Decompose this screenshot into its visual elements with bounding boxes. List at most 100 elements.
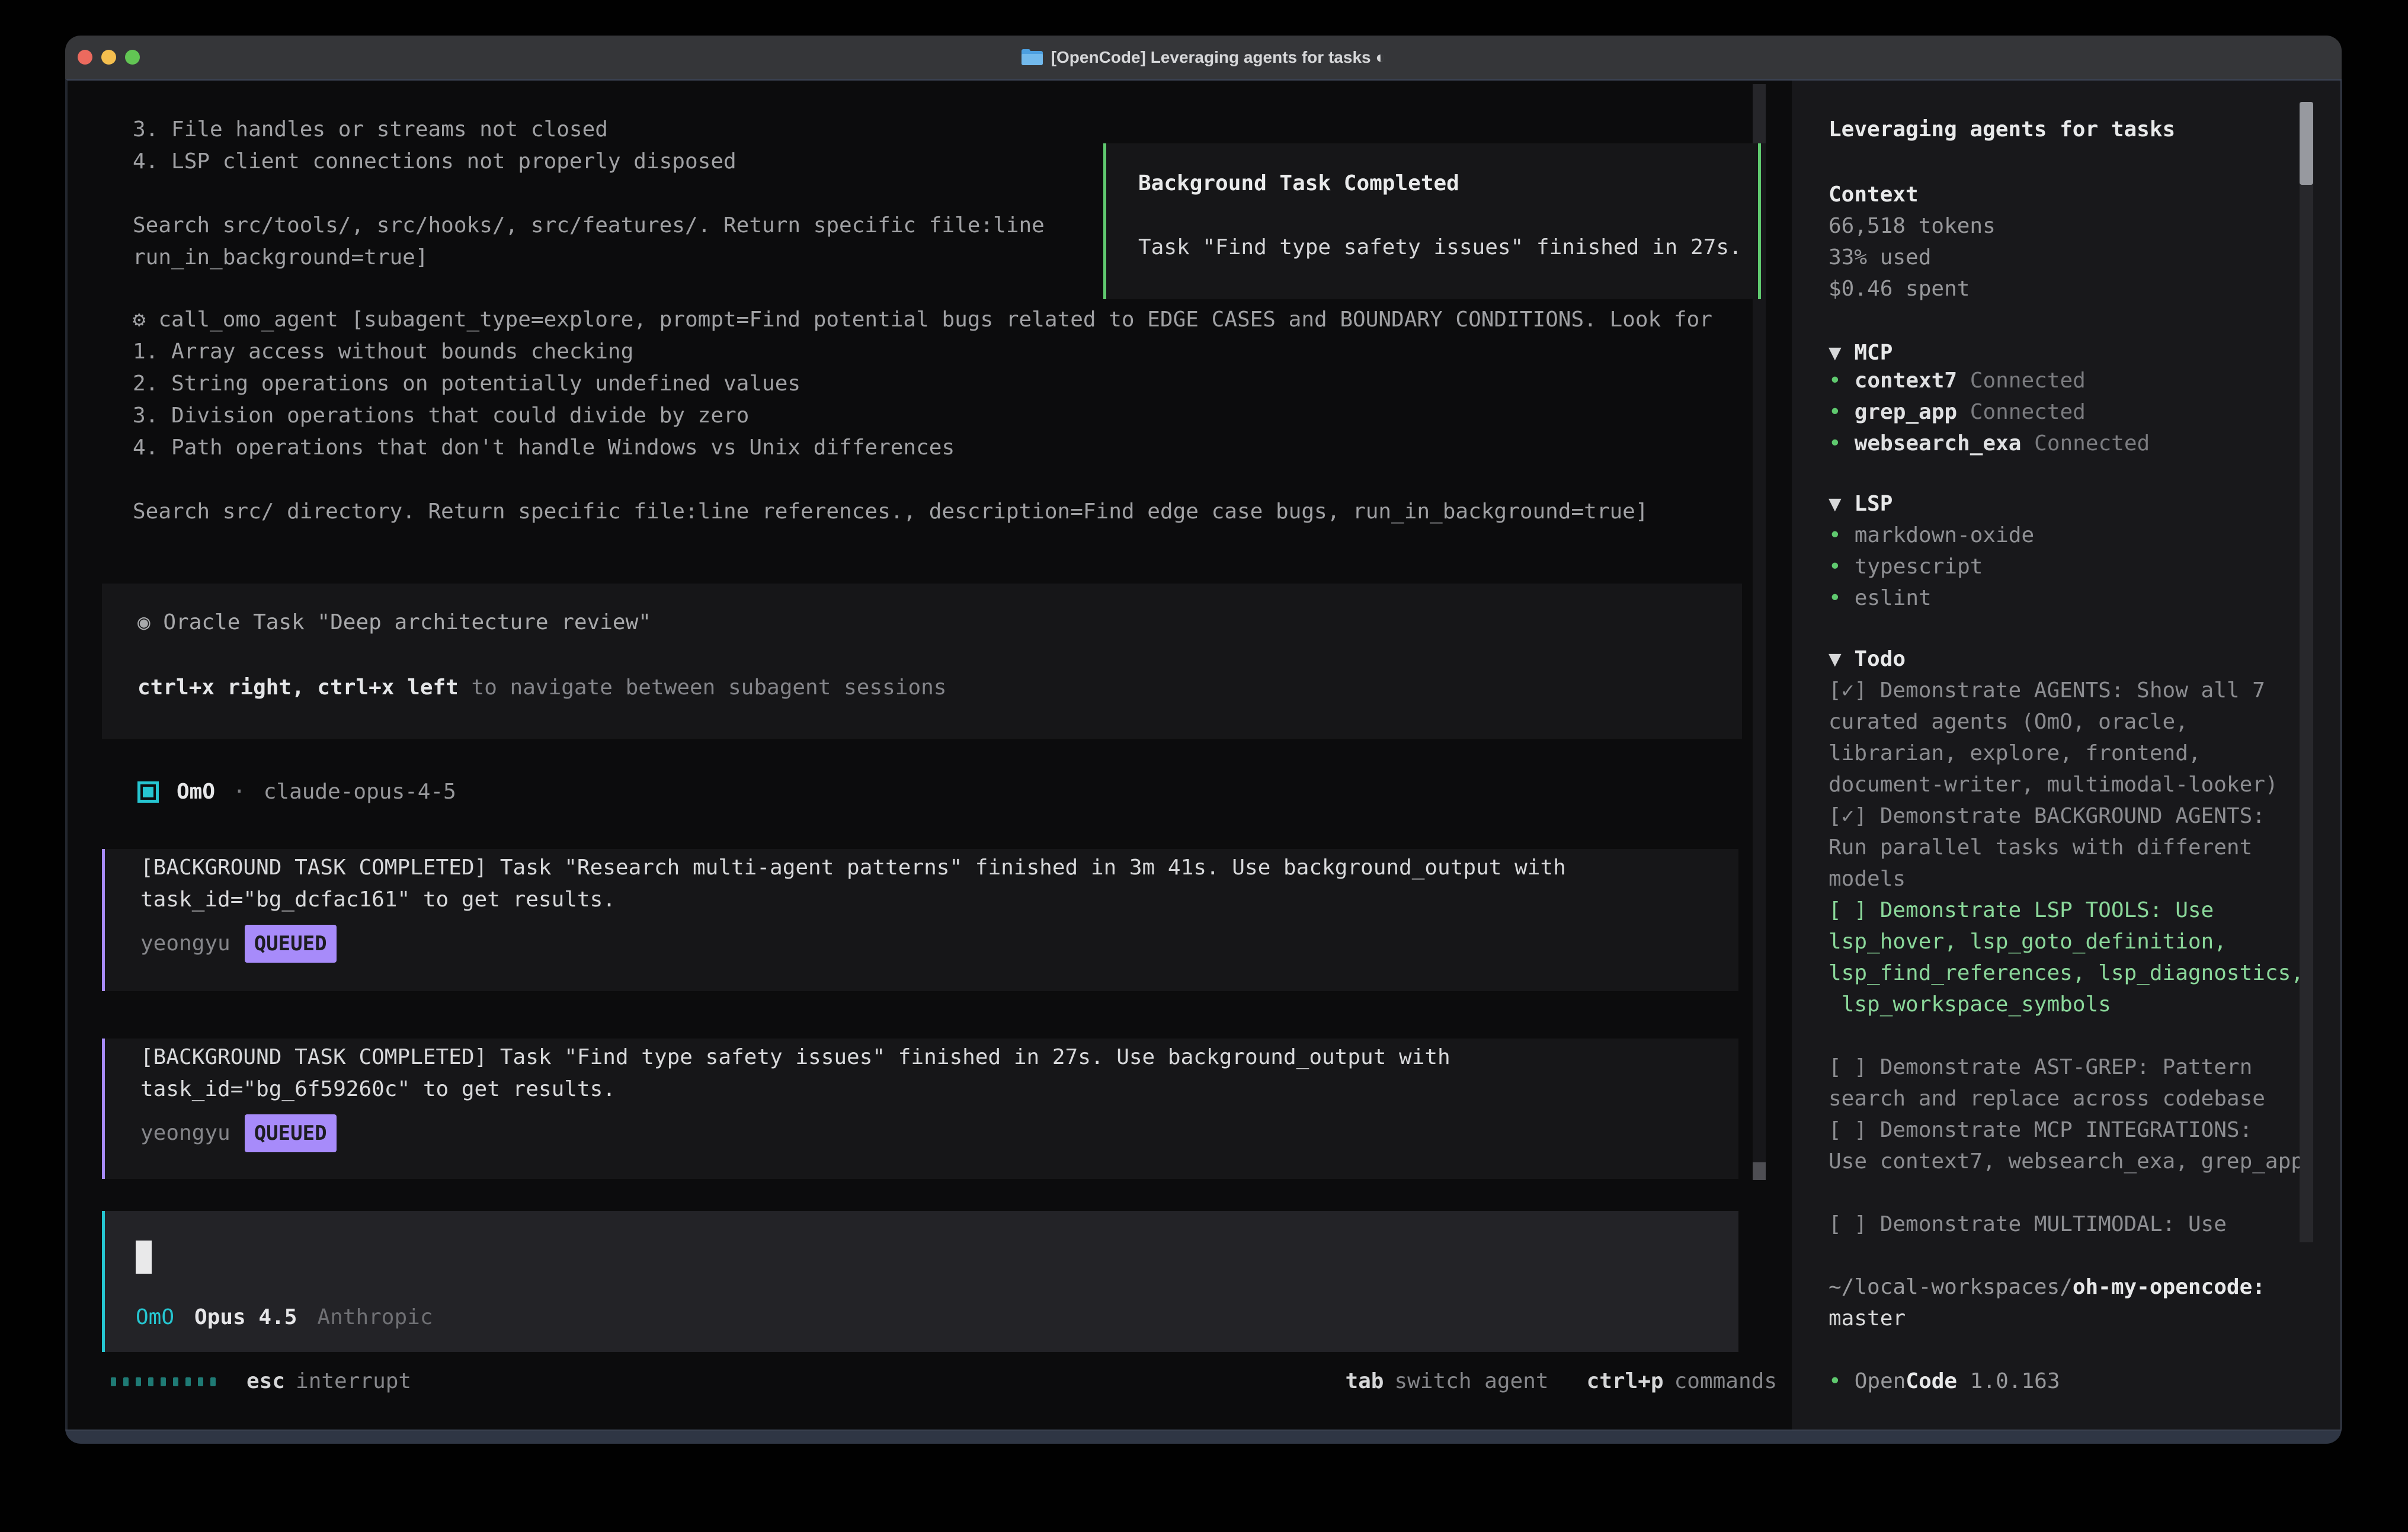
- mcp-section-header[interactable]: ▼ MCP: [1829, 337, 1893, 369]
- mcp-item: •context7 Connected: [1829, 365, 2150, 396]
- background-task-notification: Background Task Completed Task "Find typ…: [1103, 143, 1761, 299]
- message-background-task-1: [BACKGROUND TASK COMPLETED] Task "Resear…: [102, 849, 1738, 991]
- lsp-item: •typescript: [1829, 551, 2034, 582]
- status-dot-icon: •: [1829, 368, 1842, 393]
- message-meta: yeongyu QUEUED: [140, 927, 337, 960]
- mcp-list: •context7 Connected •grep_app Connected …: [1829, 365, 2150, 459]
- esc-hint: esc interrupt: [246, 1366, 411, 1398]
- hint-rest: to navigate between subagent sessions: [459, 675, 947, 700]
- tool-call-text: ⚙ call_omo_agent [subagent_type=explore,…: [133, 304, 1756, 528]
- status-badge: QUEUED: [245, 925, 337, 963]
- chevron-down-icon: ▼: [1829, 341, 1854, 365]
- todo-section-header[interactable]: ▼ Todo: [1829, 643, 1906, 675]
- esc-key: esc: [246, 1366, 285, 1398]
- notification-title: Background Task Completed: [1138, 168, 1459, 200]
- esc-label: interrupt: [296, 1366, 411, 1398]
- status-dot-icon: •: [1829, 1369, 1842, 1393]
- text-cursor: [136, 1241, 152, 1274]
- lsp-item: •eslint: [1829, 582, 2034, 614]
- folder-icon: [1022, 49, 1043, 65]
- titlebar-center: [OpenCode] Leveraging agents for tasks ◐: [65, 36, 2342, 79]
- agent-separator: ·: [233, 776, 246, 808]
- lsp-item: •markdown-oxide: [1829, 520, 2034, 551]
- todo-item-multimodal: [ ] Demonstrate MULTIMODAL: Use: [1829, 1209, 2304, 1240]
- app-version: 1.0.163: [1970, 1369, 2060, 1393]
- context-spent: $0.46 spent: [1829, 273, 1996, 305]
- agent-icon: [137, 781, 159, 803]
- message-author: yeongyu: [140, 928, 230, 960]
- subagent-nav-hint: ctrl+x right, ctrl+x left to navigate be…: [137, 672, 946, 704]
- status-dot-icon: •: [1829, 555, 1842, 579]
- workspace-path: ~/local-workspaces/oh-my-opencode:master: [1829, 1271, 2303, 1334]
- todo-list: [✓] Demonstrate AGENTS: Show all 7 curat…: [1829, 675, 2304, 1240]
- notification-body: Task "Find type safety issues" finished …: [1138, 232, 1742, 264]
- input-agent-name: OmO: [136, 1302, 174, 1334]
- titlebar: [OpenCode] Leveraging agents for tasks ◐: [65, 36, 2342, 79]
- lsp-section-header[interactable]: ▼ LSP: [1829, 488, 1893, 520]
- tab-hint: tab switch agent: [1345, 1366, 1548, 1398]
- message-meta: yeongyu QUEUED: [140, 1117, 337, 1150]
- message-author: yeongyu: [140, 1117, 230, 1149]
- todo-item-agents: [✓] Demonstrate AGENTS: Show all 7 curat…: [1829, 675, 2304, 800]
- tab-key: tab: [1345, 1366, 1384, 1398]
- context-used: 33% used: [1829, 242, 1996, 273]
- main-scrollbar-segment-top[interactable]: [1753, 84, 1766, 143]
- todo-item-background-agents: [✓] Demonstrate BACKGROUND AGENTS: Run p…: [1829, 800, 2304, 895]
- chevron-down-icon: ▼: [1829, 492, 1854, 516]
- input-provider-name: Anthropic: [317, 1302, 433, 1334]
- app-name-bold: Code: [1906, 1369, 1957, 1393]
- screen: [OpenCode] Leveraging agents for tasks ◐…: [0, 0, 2408, 1532]
- agent-model: claude-opus-4-5: [264, 776, 456, 808]
- main-scrollbar-thumb[interactable]: [1753, 1162, 1766, 1180]
- workspace-repo: oh-my-opencode:: [2073, 1275, 2265, 1299]
- activity-dots: [111, 1377, 216, 1386]
- status-dot-icon: •: [1829, 400, 1842, 424]
- status-badge: QUEUED: [245, 1114, 337, 1152]
- window-title: [OpenCode] Leveraging agents for tasks ◐: [1051, 48, 1386, 67]
- message-background-task-2: [BACKGROUND TASK COMPLETED] Task "Find t…: [102, 1039, 1738, 1179]
- message-text: [BACKGROUND TASK COMPLETED] Task "Find t…: [140, 1041, 1450, 1105]
- mcp-item: •grep_app Connected: [1829, 396, 2150, 428]
- prompt-input[interactable]: OmO Opus 4.5 Anthropic: [102, 1211, 1738, 1352]
- checkbox-empty-icon: [ ]: [1829, 1055, 1867, 1079]
- session-title: Leveraging agents for tasks: [1829, 114, 2175, 146]
- chat-main-area: 3. File handles or streams not closed 4.…: [68, 81, 1792, 1430]
- session-sidebar: Leveraging agents for tasks Context 66,5…: [1792, 81, 2340, 1430]
- status-bar: esc interrupt tab switch agent ctrl+p co…: [111, 1366, 1777, 1398]
- checkbox-checked-icon: [✓]: [1829, 678, 1867, 703]
- app-name-dim: Open: [1855, 1369, 1906, 1393]
- chevron-down-icon: ▼: [1829, 647, 1854, 671]
- context-stats: 66,518 tokens 33% used $0.46 spent: [1829, 210, 1996, 305]
- message-text: [BACKGROUND TASK COMPLETED] Task "Resear…: [140, 852, 1566, 916]
- oracle-task-panel: ◉ Oracle Task "Deep architecture review"…: [102, 584, 1742, 739]
- status-dot-icon: •: [1829, 523, 1842, 547]
- mcp-item: •websearch_exa Connected: [1829, 428, 2150, 459]
- agent-name: OmO: [177, 776, 215, 808]
- todo-item-mcp-integrations: [ ] Demonstrate MCP INTEGRATIONS: Use co…: [1829, 1114, 2304, 1177]
- todo-item-ast-grep: [ ] Demonstrate AST-GREP: Pattern search…: [1829, 1052, 2304, 1114]
- checkbox-checked-icon: [✓]: [1829, 804, 1867, 828]
- todo-item-lsp-tools: [ ] Demonstrate LSP TOOLS: Use lsp_hover…: [1829, 895, 2304, 1020]
- sidebar-scrollbar-thumb[interactable]: [2300, 102, 2313, 185]
- checkbox-empty-icon: [ ]: [1829, 1212, 1867, 1236]
- status-dot-icon: •: [1829, 431, 1842, 456]
- lsp-list: •markdown-oxide •typescript •eslint: [1829, 520, 2034, 614]
- checkbox-empty-icon: [ ]: [1829, 898, 1867, 922]
- tab-label: switch agent: [1394, 1366, 1548, 1398]
- ctrlp-key: ctrl+p: [1587, 1366, 1664, 1398]
- agent-header: OmO · claude-opus-4-5: [137, 776, 456, 808]
- terminal-window: [OpenCode] Leveraging agents for tasks ◐…: [65, 36, 2342, 1444]
- status-dot-icon: •: [1829, 586, 1842, 610]
- input-model-name: Opus 4.5: [194, 1302, 297, 1334]
- ctrlp-label: commands: [1674, 1366, 1777, 1398]
- workspace-path-prefix: ~/local-workspaces/: [1829, 1275, 2073, 1299]
- hint-keys: ctrl+x right, ctrl+x left: [137, 675, 459, 700]
- commands-hint: ctrl+p commands: [1587, 1366, 1777, 1398]
- sidebar-scrollbar-track[interactable]: [2300, 102, 2313, 1242]
- input-meta: OmO Opus 4.5 Anthropic: [136, 1302, 433, 1334]
- context-tokens: 66,518 tokens: [1829, 210, 1996, 242]
- context-header: Context: [1829, 179, 1919, 211]
- window-body: 3. File handles or streams not closed 4.…: [65, 79, 2342, 1430]
- window-bottom-strip: [65, 1430, 2342, 1444]
- oracle-task-line: ◉ Oracle Task "Deep architecture review": [137, 607, 651, 639]
